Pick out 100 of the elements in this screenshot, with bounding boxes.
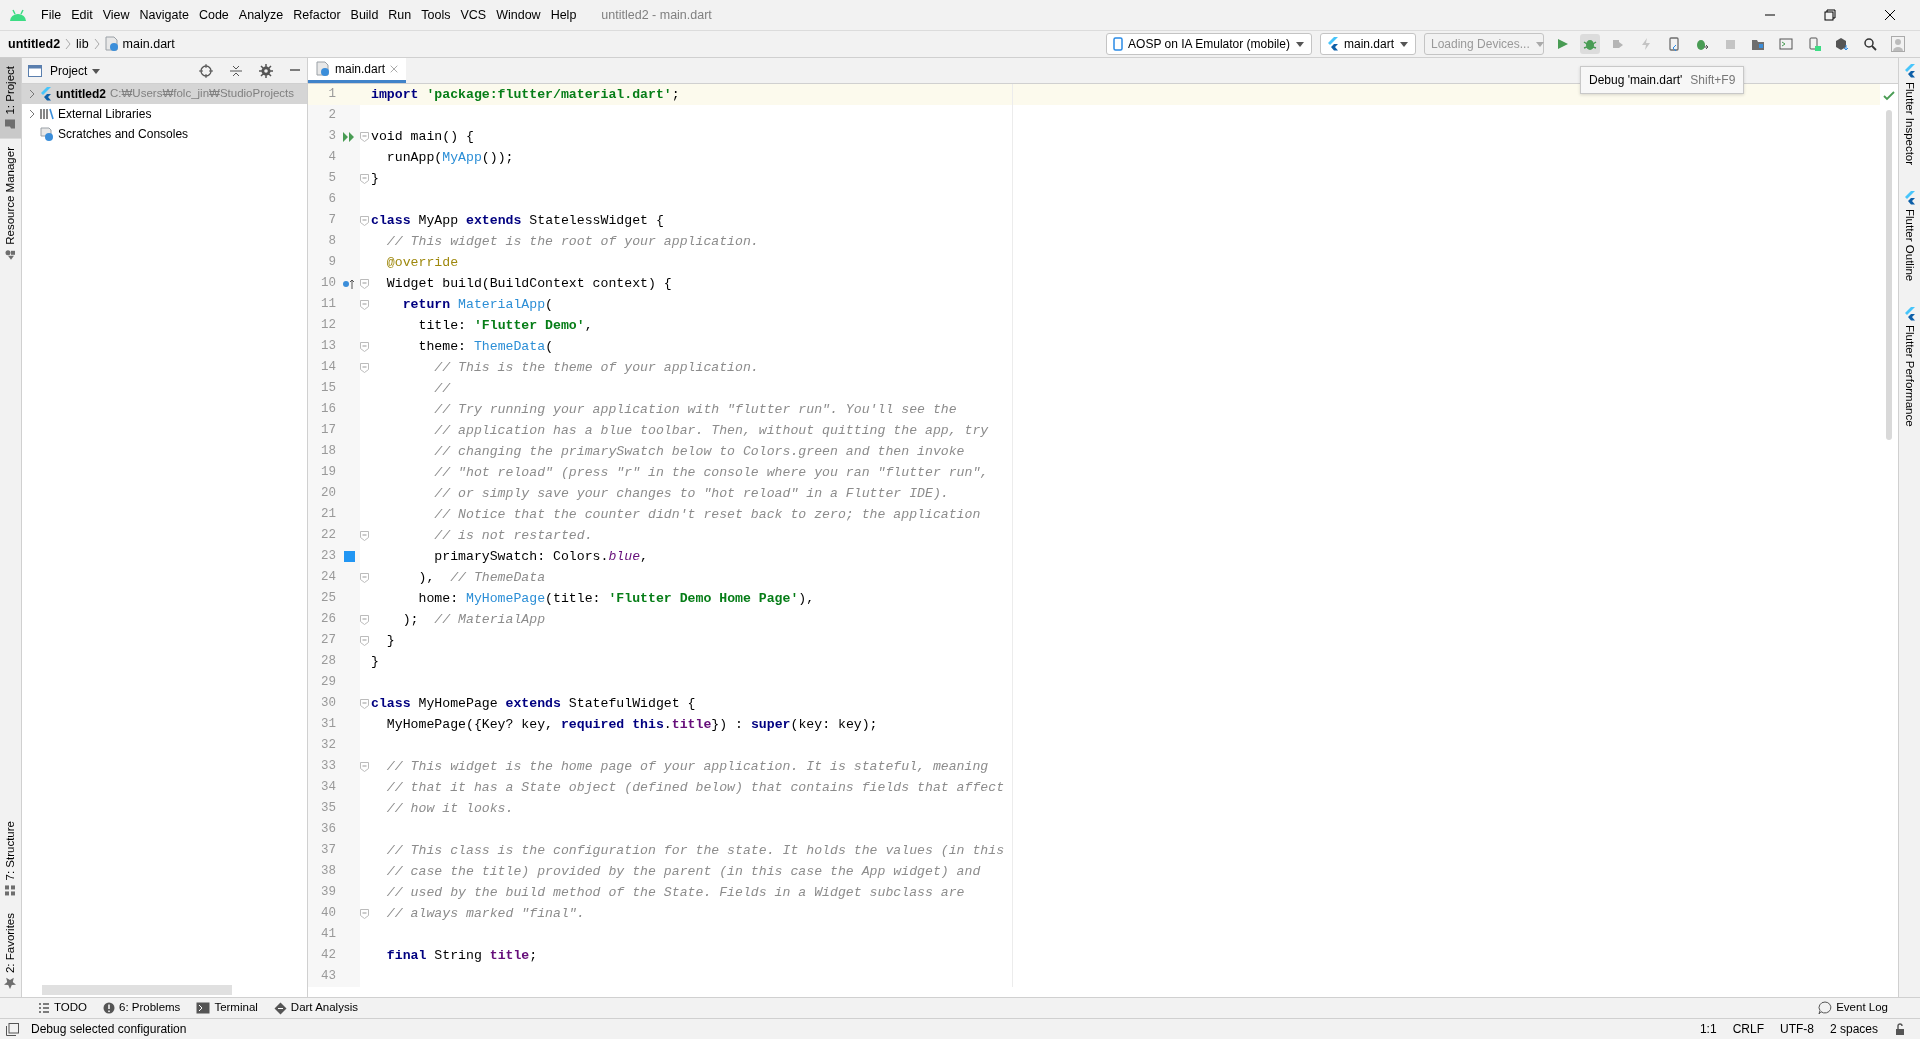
lock-icon[interactable] — [1894, 1023, 1906, 1035]
user-icon[interactable] — [1888, 33, 1908, 55]
tool-window-button[interactable]: 6: Problems — [95, 999, 189, 1017]
menu-item[interactable]: Run — [383, 5, 417, 25]
code-line: // This class is the configuration for the state. It holds the values (in this — [371, 840, 1013, 861]
tree-item[interactable]: External Libraries — [22, 104, 307, 124]
line-number: 16 — [320, 401, 337, 419]
tool-window-button[interactable]: TODO — [30, 999, 95, 1017]
menu-item[interactable]: VCS — [455, 5, 492, 25]
scrollbar[interactable] — [1886, 110, 1892, 440]
chevron-right-icon — [92, 37, 101, 51]
menu-item[interactable]: Window — [491, 5, 546, 25]
menu-item[interactable]: Navigate — [134, 5, 194, 25]
fold-icon[interactable] — [360, 761, 369, 772]
code-line: // or simply save your changes to "hot reload" in a Flutter IDE). — [371, 483, 1013, 504]
code-line: Widget build(BuildContext context) { — [371, 273, 1013, 294]
tooltip: Debug 'main.dart' Shift+F9 — [1580, 66, 1745, 94]
fold-icon[interactable] — [360, 530, 369, 541]
tool-window-button[interactable]: Terminal — [188, 999, 266, 1017]
tool-window-tab[interactable]: Flutter Inspector — [1899, 58, 1920, 172]
android-logo-icon — [8, 8, 28, 22]
list-icon — [38, 1002, 50, 1014]
color-swatch[interactable] — [343, 551, 355, 562]
menu-item[interactable]: Tools — [416, 5, 456, 25]
fold-icon[interactable] — [360, 362, 369, 373]
panel-title[interactable]: Project — [50, 61, 88, 80]
chevron-icon[interactable] — [28, 109, 36, 119]
status-item[interactable]: CRLF — [1732, 1020, 1764, 1038]
code-line: @override — [371, 252, 1013, 273]
tree-item[interactable]: untitled2 C:₩Users₩folc_jin₩StudioProjects — [22, 84, 307, 104]
code-line: return MaterialApp( — [371, 294, 1013, 315]
fold-icon[interactable] — [360, 614, 369, 625]
chevron-right-icon — [64, 37, 73, 51]
menu-item[interactable]: Build — [345, 5, 384, 25]
fold-icon[interactable] — [360, 278, 369, 289]
tool-window-tab[interactable]: 7: Structure — [0, 813, 21, 905]
tool-window-tab[interactable]: Flutter Outline — [1899, 185, 1920, 288]
chevron-icon[interactable] — [28, 89, 36, 99]
tool-window-tab[interactable]: 1: Project — [0, 58, 21, 139]
line-number: 38 — [320, 863, 337, 881]
fold-icon[interactable] — [360, 908, 369, 919]
menu-item[interactable]: Code — [193, 5, 234, 25]
code-line: } — [371, 630, 1013, 651]
run-icon[interactable] — [342, 130, 356, 143]
tool-window-button[interactable]: Dart Analysis — [265, 999, 366, 1017]
fold-icon[interactable] — [360, 635, 369, 646]
flutter-icon — [1903, 191, 1916, 206]
line-number: 32 — [320, 737, 337, 755]
code-line: } — [371, 651, 1013, 672]
tool-window-tab[interactable]: Flutter Performance — [1899, 301, 1920, 433]
window-icon — [28, 64, 42, 77]
fold-icon[interactable] — [360, 131, 369, 142]
code-line: runApp(MyApp()); — [371, 147, 1013, 168]
menu-item[interactable]: Edit — [66, 5, 98, 25]
status-item[interactable]: UTF-8 — [1779, 1020, 1814, 1038]
line-number: 5 — [327, 170, 337, 188]
device-dropdown[interactable]: AOSP on IA Emulator (mobile) — [1106, 33, 1312, 55]
bug-icon[interactable] — [1580, 34, 1600, 54]
tool-window-tab[interactable]: Resource Manager — [0, 138, 21, 269]
scrollbar[interactable] — [42, 985, 232, 995]
fold-icon[interactable] — [360, 215, 369, 226]
menu-item[interactable]: Refactor — [288, 5, 346, 25]
caret-icon — [1534, 39, 1545, 49]
menu-item[interactable]: Analyze — [233, 5, 289, 25]
line-number: 9 — [327, 254, 337, 272]
settings-icon[interactable] — [259, 63, 273, 78]
fold-icon[interactable] — [360, 572, 369, 583]
code-line: // This is the theme of your application. — [371, 357, 1013, 378]
line-number: 2 — [327, 107, 337, 125]
menu-item[interactable]: Help — [545, 5, 582, 25]
restore-icon[interactable] — [1824, 9, 1836, 21]
breadcrumb[interactable]: main.dart — [122, 34, 175, 54]
close-icon[interactable] — [1884, 9, 1896, 21]
status-item[interactable]: 2 spaces — [1829, 1020, 1878, 1038]
window-icon[interactable] — [6, 1022, 19, 1036]
window-title: untitled2 - main.dart — [601, 6, 712, 24]
flutter-icon — [40, 87, 52, 101]
fold-icon[interactable] — [360, 341, 369, 352]
status-item[interactable]: 1:1 — [1699, 1020, 1717, 1038]
fold-icon[interactable] — [360, 299, 369, 310]
editor-tab[interactable]: main.dart — [308, 58, 407, 83]
tree-item[interactable]: Scratches and Consoles — [22, 124, 307, 144]
breadcrumb[interactable]: untitled2 — [8, 34, 61, 54]
fold-icon[interactable] — [360, 173, 369, 184]
run-config-dropdown[interactable]: main.dart — [1319, 33, 1416, 55]
tool-window-button[interactable]: Event Log — [1810, 999, 1896, 1017]
line-number: 21 — [320, 506, 337, 524]
code-line: home: MyHomePage(title: 'Flutter Demo Home Page'), — [371, 588, 1013, 609]
target-icon[interactable] — [199, 63, 213, 78]
menu-item[interactable]: View — [97, 5, 135, 25]
code-line: // This widget is the root of your application. — [371, 231, 1013, 252]
collapse-icon[interactable] — [229, 63, 243, 78]
fold-icon[interactable] — [360, 698, 369, 709]
menu-item[interactable]: File — [36, 5, 67, 25]
code-line: // that it has a State object (defined below) that contains fields that affect — [371, 777, 1013, 798]
breadcrumb[interactable]: lib — [76, 34, 89, 54]
tool-window-tab[interactable]: 2: Favorites — [0, 904, 21, 997]
line-number: 11 — [320, 296, 337, 314]
override-icon[interactable] — [342, 277, 356, 290]
line-number: 20 — [320, 485, 337, 503]
